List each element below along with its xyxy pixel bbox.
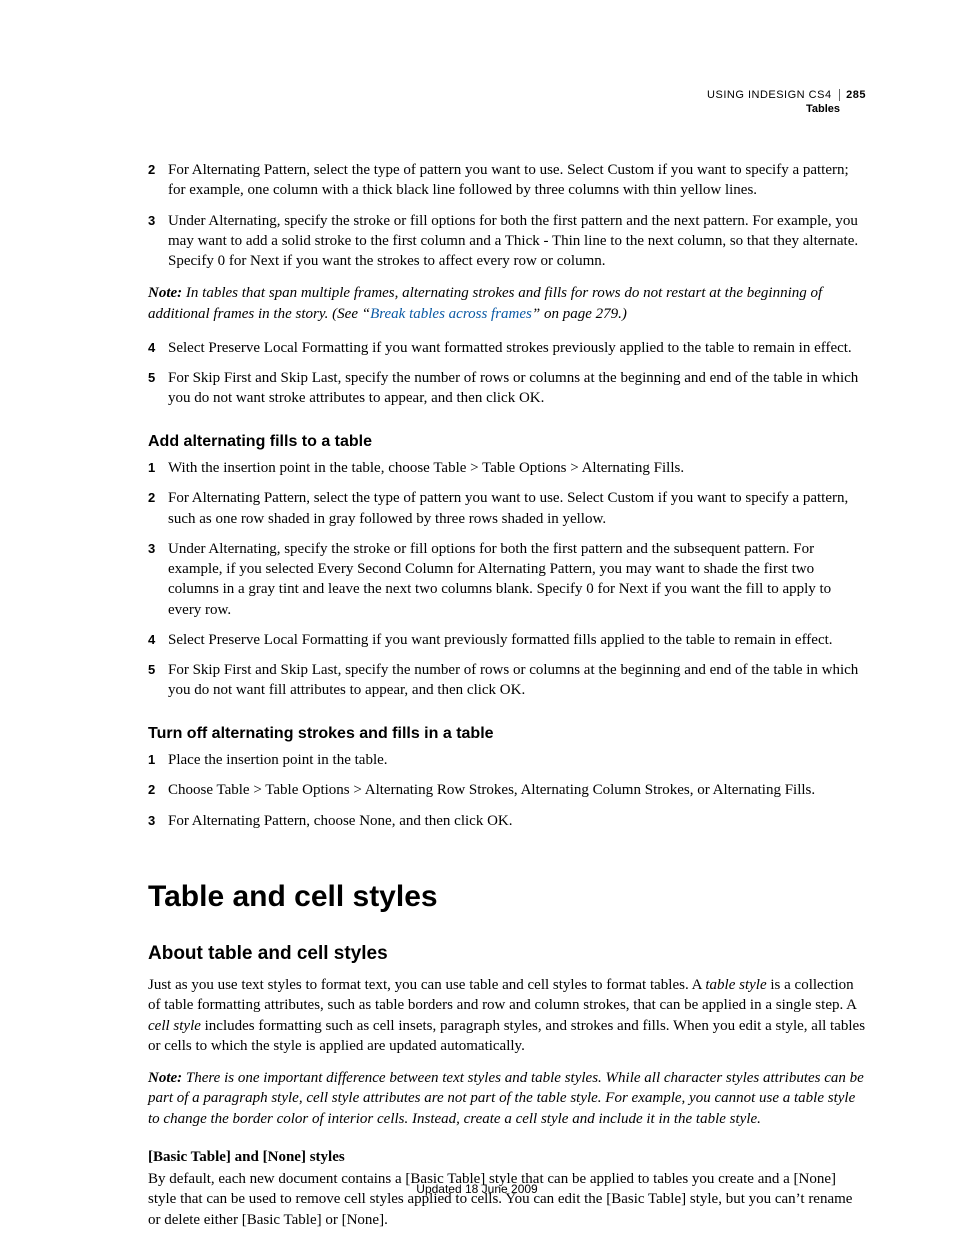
step-item: 2 For Alternating Pattern, select the ty… [148,488,866,529]
topic-title: About table and cell styles [148,941,866,967]
steps-list: 2 For Alternating Pattern, select the ty… [148,160,866,271]
running-header: USING INDESIGN CS4 285 Tables [707,88,866,117]
step-number: 5 [148,368,168,409]
step-number: 3 [148,539,168,620]
step-number: 1 [148,750,168,770]
body-paragraph: Just as you use text styles to format te… [148,975,866,1056]
step-item: 1 Place the insertion point in the table… [148,750,866,770]
content: 2 For Alternating Pattern, select the ty… [148,88,866,1230]
step-item: 2 For Alternating Pattern, select the ty… [148,160,866,201]
step-number: 4 [148,630,168,650]
body-text: Just as you use text styles to format te… [148,977,705,993]
step-text: For Alternating Pattern, select the type… [168,160,866,201]
section-title: Table and cell styles [148,877,866,918]
subheading: Add alternating fills to a table [148,431,866,453]
note-paragraph: Note: In tables that span multiple frame… [148,283,866,324]
step-text: With the insertion point in the table, c… [168,458,866,478]
subheading: Turn off alternating strokes and fills i… [148,723,866,745]
note-label: Note: [148,285,182,301]
step-text: Select Preserve Local Formatting if you … [168,338,866,358]
step-number: 3 [148,211,168,272]
step-item: 2 Choose Table > Table Options > Alterna… [148,780,866,800]
product-name: USING INDESIGN CS4 [707,89,832,101]
step-text: Place the insertion point in the table. [168,750,866,770]
step-text: For Skip First and Skip Last, specify th… [168,368,866,409]
step-number: 2 [148,488,168,529]
step-number: 4 [148,338,168,358]
note-label: Note: [148,1070,182,1086]
step-item: 4 Select Preserve Local Formatting if yo… [148,630,866,650]
body-paragraph: By default, each new document contains a… [148,1169,866,1230]
step-item: 3 Under Alternating, specify the stroke … [148,539,866,620]
step-number: 2 [148,160,168,201]
step-number: 5 [148,660,168,701]
step-number: 2 [148,780,168,800]
steps-list: 1 With the insertion point in the table,… [148,458,866,701]
term: table style [705,977,766,993]
step-item: 3 Under Alternating, specify the stroke … [148,211,866,272]
page-number: 285 [839,89,866,101]
term: cell style [148,1018,201,1034]
step-item: 1 With the insertion point in the table,… [148,458,866,478]
cross-reference-link[interactable]: Break tables across frames [370,306,532,322]
note-text: ” on page 279.) [532,306,627,322]
step-number: 1 [148,458,168,478]
step-text: Under Alternating, specify the stroke or… [168,211,866,272]
step-number: 3 [148,811,168,831]
step-item: 5 For Skip First and Skip Last, specify … [148,368,866,409]
note-body: There is one important difference betwee… [148,1070,864,1127]
step-text: Under Alternating, specify the stroke or… [168,539,866,620]
step-text: For Alternating Pattern, select the type… [168,488,866,529]
body-text: includes formatting such as cell insets,… [148,1018,865,1054]
note-body: In tables that span multiple frames, alt… [148,285,822,321]
note-paragraph: Note: There is one important difference … [148,1068,866,1129]
step-text: For Skip First and Skip Last, specify th… [168,660,866,701]
step-item: 5 For Skip First and Skip Last, specify … [148,660,866,701]
step-item: 4 Select Preserve Local Formatting if yo… [148,338,866,358]
step-text: Choose Table > Table Options > Alternati… [168,780,866,800]
chapter-name: Tables [707,102,866,116]
page: USING INDESIGN CS4 285 Tables 2 For Alte… [0,0,954,1235]
footer-updated: Updated 18 June 2009 [0,1181,954,1197]
steps-list: 1 Place the insertion point in the table… [148,750,866,831]
step-text: For Alternating Pattern, choose None, an… [168,811,866,831]
run-in-heading: [Basic Table] and [None] styles [148,1147,866,1167]
step-item: 3 For Alternating Pattern, choose None, … [148,811,866,831]
step-text: Select Preserve Local Formatting if you … [168,630,866,650]
steps-list: 4 Select Preserve Local Formatting if yo… [148,338,866,409]
